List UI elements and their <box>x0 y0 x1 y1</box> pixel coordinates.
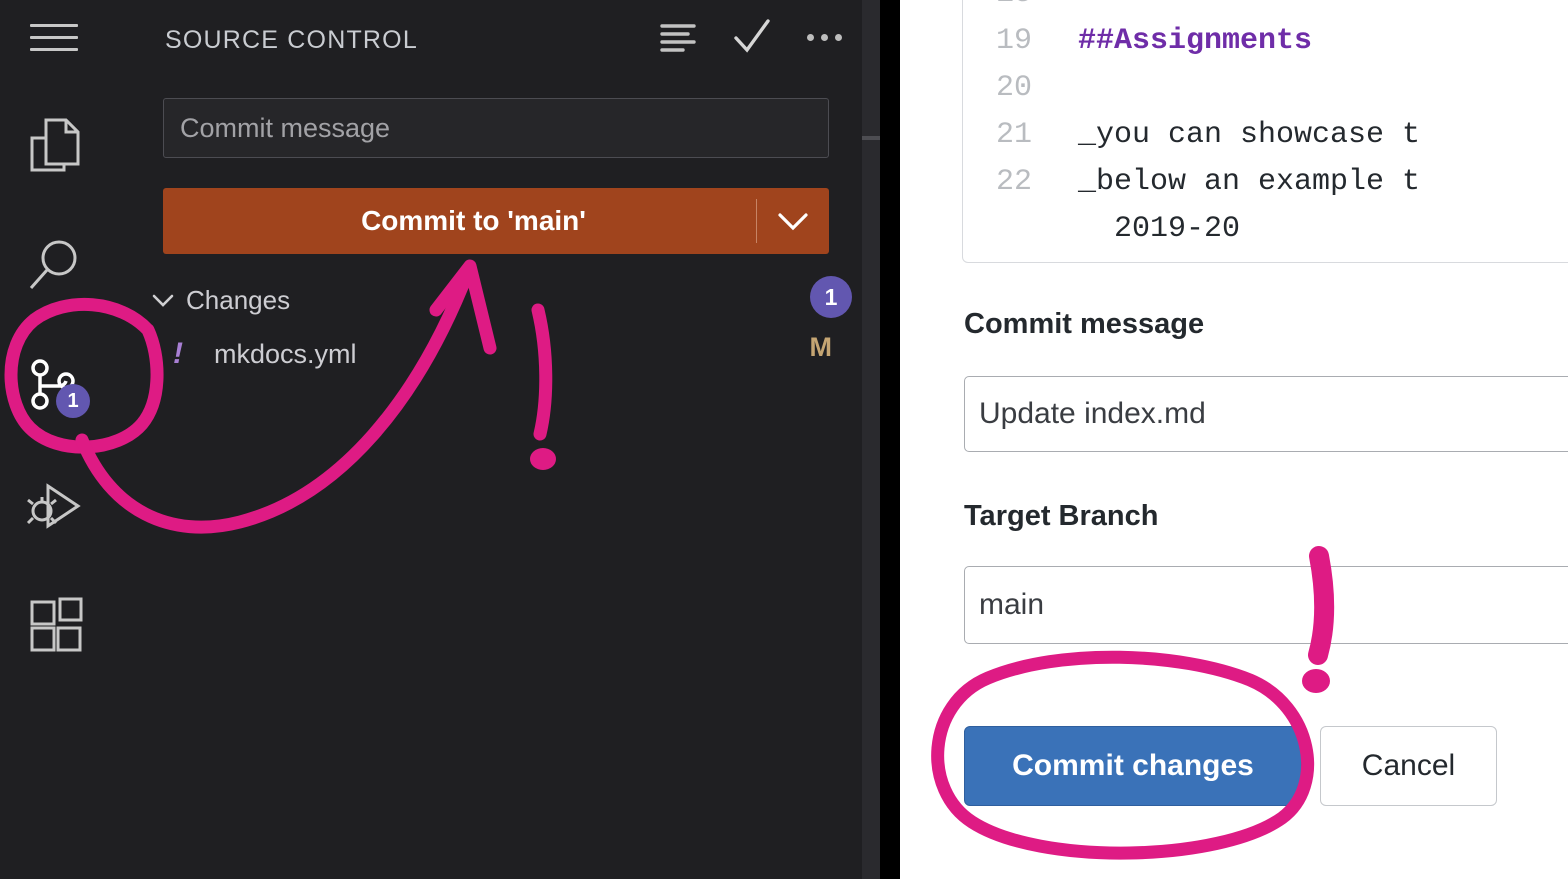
line-number: 19 <box>995 23 1032 58</box>
line-text: ##Assignments <box>1078 23 1313 58</box>
file-status-badge: M <box>809 332 833 362</box>
extensions-icon[interactable] <box>20 590 90 660</box>
activity-bar: 1 <box>0 0 110 879</box>
checkmark-commit-icon[interactable] <box>731 18 773 56</box>
cancel-button[interactable]: Cancel <box>1320 726 1497 806</box>
commit-message-value: Update index.md <box>979 397 1206 430</box>
commit-to-main-label: Commit to 'main' <box>361 205 586 236</box>
screenshot-stage: 1 SOURCE CONTROL Commit message Commit t… <box>0 0 1568 879</box>
code-line: 2019-20 <box>963 205 1568 252</box>
code-line: 20 <box>963 64 1568 111</box>
panel-scrollbar[interactable] <box>862 136 880 140</box>
commit-changes-button[interactable]: Commit changes <box>964 726 1302 806</box>
code-line: 22 _below an example t <box>963 158 1568 205</box>
button-divider <box>756 199 757 243</box>
code-line: 21 _you can showcase t <box>963 111 1568 158</box>
target-branch-field[interactable]: main <box>964 566 1568 644</box>
panel-toolbar <box>659 18 842 56</box>
commit-message-input[interactable]: Commit message <box>163 98 829 158</box>
commit-message-label: Commit message <box>964 308 1205 340</box>
line-number: 18 <box>963 0 1078 11</box>
explorer-icon[interactable] <box>20 110 90 180</box>
line-text: _you can showcase t <box>1078 117 1421 152</box>
line-text: 2019-20 <box>1078 211 1241 246</box>
target-branch-label: Target Branch <box>964 500 1159 532</box>
panel-title: SOURCE CONTROL <box>165 26 418 54</box>
panel-edge <box>862 0 880 879</box>
changes-count-badge: 1 <box>810 276 852 318</box>
commit-to-main-button[interactable]: Commit to 'main' <box>163 188 829 254</box>
vscode-window: 1 SOURCE CONTROL Commit message Commit t… <box>0 0 900 879</box>
window-gap <box>880 0 900 879</box>
commit-message-placeholder: Commit message <box>180 112 391 143</box>
line-number: 21 <box>995 117 1032 152</box>
view-as-list-icon[interactable] <box>659 21 697 53</box>
line-number: 22 <box>995 164 1032 199</box>
more-actions-icon[interactable] <box>807 33 842 41</box>
code-line: 18 <box>963 0 1568 17</box>
line-text: _below an example t <box>1078 164 1421 199</box>
target-branch-value: main <box>979 588 1045 621</box>
source-control-icon[interactable]: 1 <box>20 350 90 420</box>
file-name: mkdocs.yml <box>214 338 357 369</box>
commit-message-field[interactable]: Update index.md <box>964 376 1568 452</box>
chevron-down-icon <box>150 291 176 309</box>
github-commit-form-panel: 18 19 ##Assignments 20 21 _you can showc… <box>900 0 1568 879</box>
changes-section-header[interactable]: Changes <box>150 276 840 324</box>
source-control-badge: 1 <box>56 384 90 418</box>
run-and-debug-icon[interactable] <box>20 472 90 542</box>
list-item[interactable]: ! mkdocs.yml <box>150 330 850 378</box>
code-preview: 18 19 ##Assignments 20 21 _you can showc… <box>962 0 1568 263</box>
line-number: 20 <box>995 70 1032 105</box>
chevron-down-icon[interactable] <box>757 209 829 233</box>
warning-icon: ! <box>173 337 183 370</box>
code-line: 19 ##Assignments <box>963 17 1568 64</box>
search-icon[interactable] <box>20 230 90 300</box>
changes-label: Changes <box>186 284 291 315</box>
hamburger-menu-icon[interactable] <box>30 24 78 62</box>
